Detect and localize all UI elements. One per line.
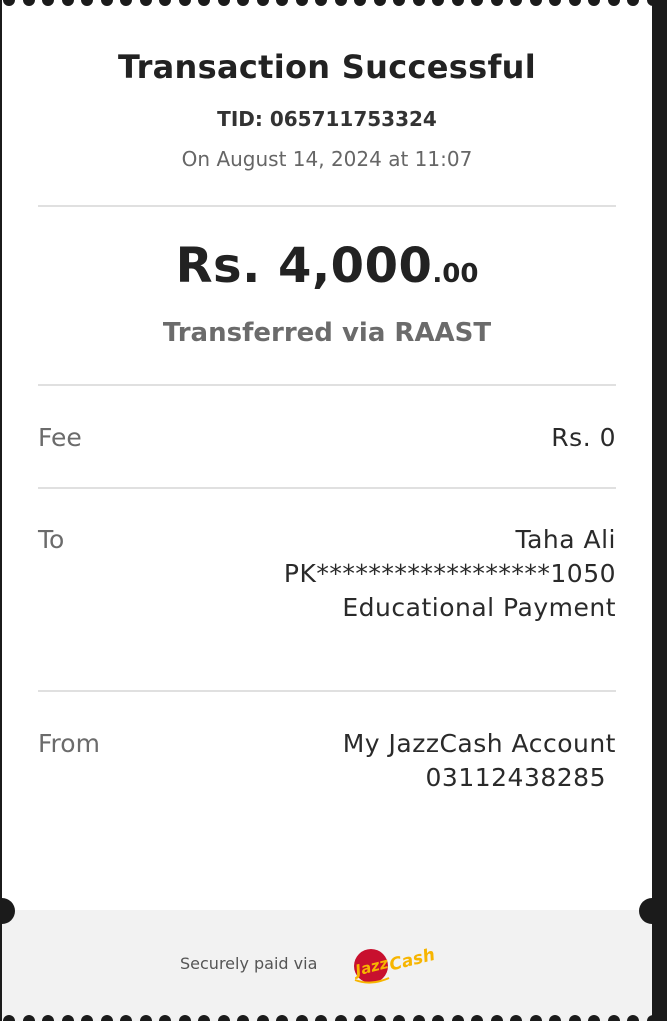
divider <box>38 487 616 489</box>
payment-purpose: Educational Payment <box>342 593 616 622</box>
scallop <box>3 1015 15 1021</box>
receipt-footer: Securely paid via Jazz Cash <box>2 910 652 1021</box>
scallop <box>315 1015 327 1021</box>
recipient-account: PK******************1050 <box>283 559 616 588</box>
scallop <box>178 1015 191 1021</box>
scallop <box>61 0 74 6</box>
transaction-date: On August 14, 2024 at 11:07 <box>181 147 473 171</box>
scallop <box>256 0 269 6</box>
scallop <box>588 1015 600 1021</box>
scallop <box>568 0 581 6</box>
scallop <box>100 1015 113 1021</box>
transfer-method: Transferred via RAAST <box>162 318 492 348</box>
fee-label: Fee <box>38 423 82 452</box>
scallop <box>178 0 191 6</box>
scallop <box>159 0 171 6</box>
amount-main: Rs. 4,000 <box>175 238 433 294</box>
scallop <box>42 0 54 6</box>
scallop <box>490 1015 503 1021</box>
scallop <box>646 0 652 6</box>
scallop <box>276 1015 288 1021</box>
scallop <box>510 1015 522 1021</box>
scallop <box>120 1015 132 1021</box>
scallop <box>549 0 561 6</box>
sender-details: My JazzCash Account 03112438285 <box>343 727 616 795</box>
scallop <box>432 1015 444 1021</box>
scallop <box>276 0 288 6</box>
scallop <box>42 1015 54 1021</box>
scallop <box>627 0 639 6</box>
scallop <box>529 1015 542 1021</box>
scallop <box>81 0 93 6</box>
scallop <box>412 1015 425 1021</box>
scallop <box>237 0 249 6</box>
page-title: Transaction Successful <box>117 48 537 86</box>
divider <box>38 690 616 692</box>
scallop <box>607 0 620 6</box>
scallop <box>471 0 483 6</box>
right-notch <box>639 898 665 924</box>
receipt-bottom-edge <box>2 1015 652 1021</box>
scallop <box>139 0 152 6</box>
scallop <box>22 0 35 6</box>
scallop <box>529 0 542 6</box>
scallop <box>373 1015 386 1021</box>
scallop <box>549 1015 561 1021</box>
scallop <box>295 0 308 6</box>
scallop <box>393 1015 405 1021</box>
to-label: To <box>38 525 65 554</box>
scallop <box>217 1015 230 1021</box>
scallop <box>451 1015 464 1021</box>
scallop <box>139 1015 152 1021</box>
scallop <box>120 0 132 6</box>
scallop <box>22 1015 35 1021</box>
scallop <box>334 0 347 6</box>
amount: Rs. 4,000.00 <box>2 238 652 294</box>
svg-text:Cash: Cash <box>387 945 437 976</box>
scallop <box>217 0 230 6</box>
fee-value: Rs. 0 <box>551 423 616 452</box>
jazzcash-logo-icon: Jazz Cash <box>351 945 437 984</box>
recipient-details: Taha Ali PK******************1050 Educat… <box>284 523 616 625</box>
recipient-name: Taha Ali <box>515 525 616 554</box>
scallop <box>568 1015 581 1021</box>
scallop <box>295 1015 308 1021</box>
transaction-receipt: Transaction Successful TID: 065711753324… <box>2 0 652 1021</box>
scallop <box>334 1015 347 1021</box>
divider <box>38 205 616 207</box>
scallop <box>373 0 386 6</box>
receipt-top-edge <box>2 0 652 6</box>
scallop <box>490 0 503 6</box>
secure-text: Securely paid via <box>180 954 318 973</box>
scallop <box>354 1015 366 1021</box>
amount-cents: .00 <box>432 259 479 289</box>
divider <box>38 384 616 386</box>
scallop <box>81 1015 93 1021</box>
scallop <box>646 1015 652 1021</box>
scallop <box>315 0 327 6</box>
scallop <box>61 1015 74 1021</box>
sender-account-name: My JazzCash Account <box>342 729 616 758</box>
scallop <box>412 0 425 6</box>
scallop <box>607 1015 620 1021</box>
sender-number: 03112438285 <box>425 763 606 792</box>
scallop <box>588 0 600 6</box>
scallop <box>256 1015 269 1021</box>
scallop <box>393 0 405 6</box>
scallop <box>354 0 366 6</box>
scallop <box>237 1015 249 1021</box>
scallop <box>627 1015 639 1021</box>
scallop <box>100 0 113 6</box>
scallop <box>451 0 464 6</box>
scallop <box>510 0 522 6</box>
scallop <box>159 1015 171 1021</box>
transaction-id: TID: 065711753324 <box>217 107 437 131</box>
scallop <box>3 0 15 6</box>
scallop <box>198 0 210 6</box>
from-label: From <box>38 729 100 758</box>
scallop <box>432 0 444 6</box>
scallop <box>471 1015 483 1021</box>
scallop <box>198 1015 210 1021</box>
